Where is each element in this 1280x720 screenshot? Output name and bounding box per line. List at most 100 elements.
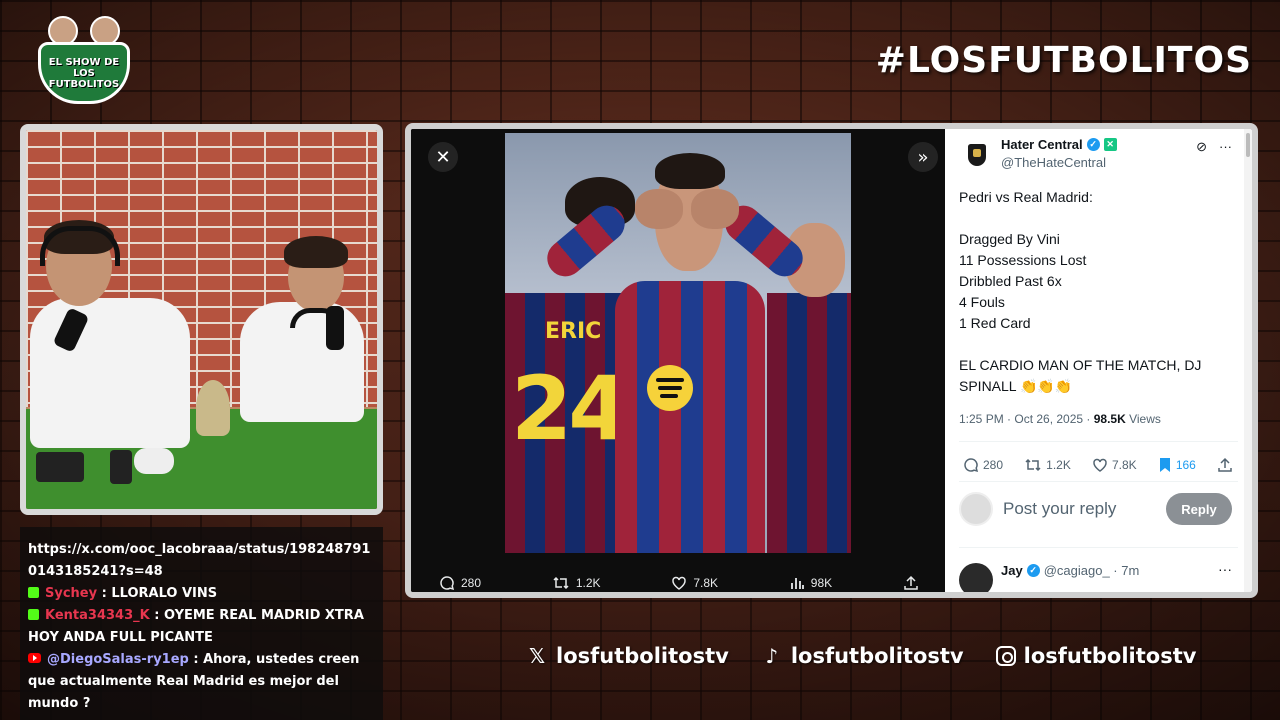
chat-message: Sychey : LLORALO VINS <box>28 583 375 605</box>
tweet-detail: Hater Central ✓ ✕ @TheHateCentral ⊘ ··· … <box>945 129 1252 592</box>
media-reply-count: 280 <box>461 576 482 590</box>
chat-username: @DiegoSalas-ry1ep <box>47 652 189 667</box>
divider <box>959 441 1238 442</box>
chat-message: https://x.com/ooc_lacobraaa/status/19824… <box>28 539 375 583</box>
reply-input[interactable]: Post your reply <box>1003 499 1116 519</box>
author-avatar[interactable] <box>959 137 995 173</box>
chat-overlay: https://x.com/ooc_lacobraaa/status/19824… <box>20 527 383 720</box>
kick-icon <box>28 587 39 598</box>
tweet-views-count: 98.5K <box>1093 412 1126 426</box>
repost-button[interactable]: 1.2K <box>1024 457 1071 473</box>
host-left-headset <box>40 226 120 266</box>
more-icon[interactable]: ··· <box>1218 561 1232 577</box>
reply-author-avatar[interactable] <box>959 563 993 592</box>
tweet-text: Pedri vs Real Madrid: Dragged By Vini 11… <box>959 189 1202 394</box>
tweet-photo[interactable]: ERIC 24 <box>505 133 851 553</box>
youtube-icon <box>28 653 41 663</box>
more-icon[interactable]: ··· <box>1219 139 1232 155</box>
social-handle: losfutbolitostv <box>790 644 964 668</box>
instagram-icon <box>995 646 1016 666</box>
tweet-top-actions: ⊘ ··· <box>1196 139 1232 155</box>
reply-icon <box>440 576 455 591</box>
trophy <box>196 380 230 436</box>
sponsor-logo <box>647 365 693 411</box>
host-right-mic <box>326 306 344 350</box>
tiktok-icon: ♪ <box>765 644 779 668</box>
chat-message: Kenta34343_K : OYEME REAL MADRID XTRA HO… <box>28 605 375 649</box>
white-remote <box>134 448 174 474</box>
media-views-button[interactable]: 98K <box>789 575 832 591</box>
chat-message: @DiegoSalas-ry1ep : Ahora, ustedes creen… <box>28 649 375 715</box>
logo-line-1: EL SHOW DE LOS <box>48 56 120 79</box>
hashtag: #LOSFUTBOLITOS <box>875 40 1252 81</box>
verified-icon: ✓ <box>1026 564 1040 577</box>
views-icon <box>790 578 804 589</box>
tweet-views-label: Views <box>1125 412 1161 426</box>
phone <box>36 452 84 482</box>
author-name-row[interactable]: Hater Central ✓ ✕ <box>1001 137 1117 152</box>
reply-count: 280 <box>983 458 1004 472</box>
chat-username: Sychey <box>45 586 98 601</box>
media-reply-button[interactable]: 280 <box>439 575 481 591</box>
divider <box>959 547 1238 548</box>
media-like-count: 7.8K <box>693 576 718 590</box>
grok-icon[interactable]: ⊘ <box>1196 139 1207 155</box>
divider <box>959 481 1238 482</box>
social-handle: losfutbolitostv <box>556 644 729 668</box>
share-icon <box>904 575 918 590</box>
heart-icon <box>672 576 687 590</box>
x-icon: 𝕏 <box>528 644 546 668</box>
media-action-bar: 280 1.2K 7.8K 98K <box>439 573 919 592</box>
media-repost-count: 1.2K <box>575 576 601 590</box>
social-x: 𝕏 losfutbolitostv <box>526 644 729 668</box>
shirt-number: 24 <box>511 357 629 460</box>
tweet-action-bar: 280 1.2K 7.8K 166 <box>963 457 1233 473</box>
chat-text: : LLORALO VINS <box>101 586 218 601</box>
host-right-hair <box>284 236 348 268</box>
close-button[interactable]: ✕ <box>428 142 458 172</box>
reply-submit-button[interactable]: Reply <box>1166 493 1232 525</box>
reply-author-name: Jay <box>1001 563 1023 578</box>
author-handle[interactable]: @TheHateCentral <box>1001 155 1106 170</box>
like-count: 7.8K <box>1112 458 1137 472</box>
player-hair <box>655 153 725 189</box>
social-tiktok: ♪ losfutbolitostv <box>761 644 964 668</box>
kick-icon <box>28 609 39 620</box>
player-hand-left <box>635 189 683 229</box>
media-share-button[interactable] <box>903 575 919 591</box>
repost-count: 1.2K <box>1046 458 1071 472</box>
webcam-feed <box>20 124 383 515</box>
logo-line-2: FUTBOLITOS <box>48 78 120 90</box>
teammate-right-kit <box>767 293 851 553</box>
remote <box>110 450 132 484</box>
expand-button[interactable]: » <box>908 142 938 172</box>
bookmark-count: 166 <box>1175 458 1196 472</box>
user-avatar[interactable] <box>959 492 993 526</box>
like-button[interactable]: 7.8K <box>1092 457 1137 473</box>
social-handles: 𝕏 losfutbolitostv ♪ losfutbolitostv losf… <box>526 644 1197 668</box>
chat-username: Kenta34343_K <box>45 608 150 623</box>
chat-text: https://x.com/ooc_lacobraaa/status/19824… <box>28 542 371 579</box>
heart-icon <box>1093 458 1107 472</box>
author-name: Hater Central <box>1001 137 1083 152</box>
media-like-button[interactable]: 7.8K <box>671 575 718 591</box>
shield-icon <box>968 144 986 166</box>
social-instagram: losfutbolitostv <box>995 644 1197 668</box>
bookmark-button[interactable]: 166 <box>1158 457 1196 473</box>
social-handle: losfutbolitostv <box>1023 644 1197 668</box>
reply-author-row[interactable]: Jay ✓ @cagiago_ · 7m <box>1001 563 1139 578</box>
scrollbar[interactable] <box>1244 129 1252 592</box>
player-kit <box>615 281 765 553</box>
tweet-meta: 1:25 PM · Oct 26, 2025 · 98.5K Views <box>959 412 1161 426</box>
show-logo: EL SHOW DE LOS FUTBOLITOS <box>34 14 134 114</box>
reply-button[interactable]: 280 <box>963 457 1003 473</box>
tweet-time[interactable]: 1:25 PM · Oct 26, 2025 · <box>959 412 1094 426</box>
reply-author-handle: @cagiago_ · 7m <box>1043 563 1140 578</box>
media-repost-button[interactable]: 1.2K <box>552 575 601 591</box>
logo-badge: EL SHOW DE LOS FUTBOLITOS <box>38 42 130 104</box>
host-left <box>30 298 190 448</box>
bookmark-icon <box>1159 458 1170 472</box>
affiliate-icon: ✕ <box>1103 138 1117 151</box>
share-button[interactable] <box>1217 457 1233 473</box>
repost-icon <box>1025 458 1041 472</box>
